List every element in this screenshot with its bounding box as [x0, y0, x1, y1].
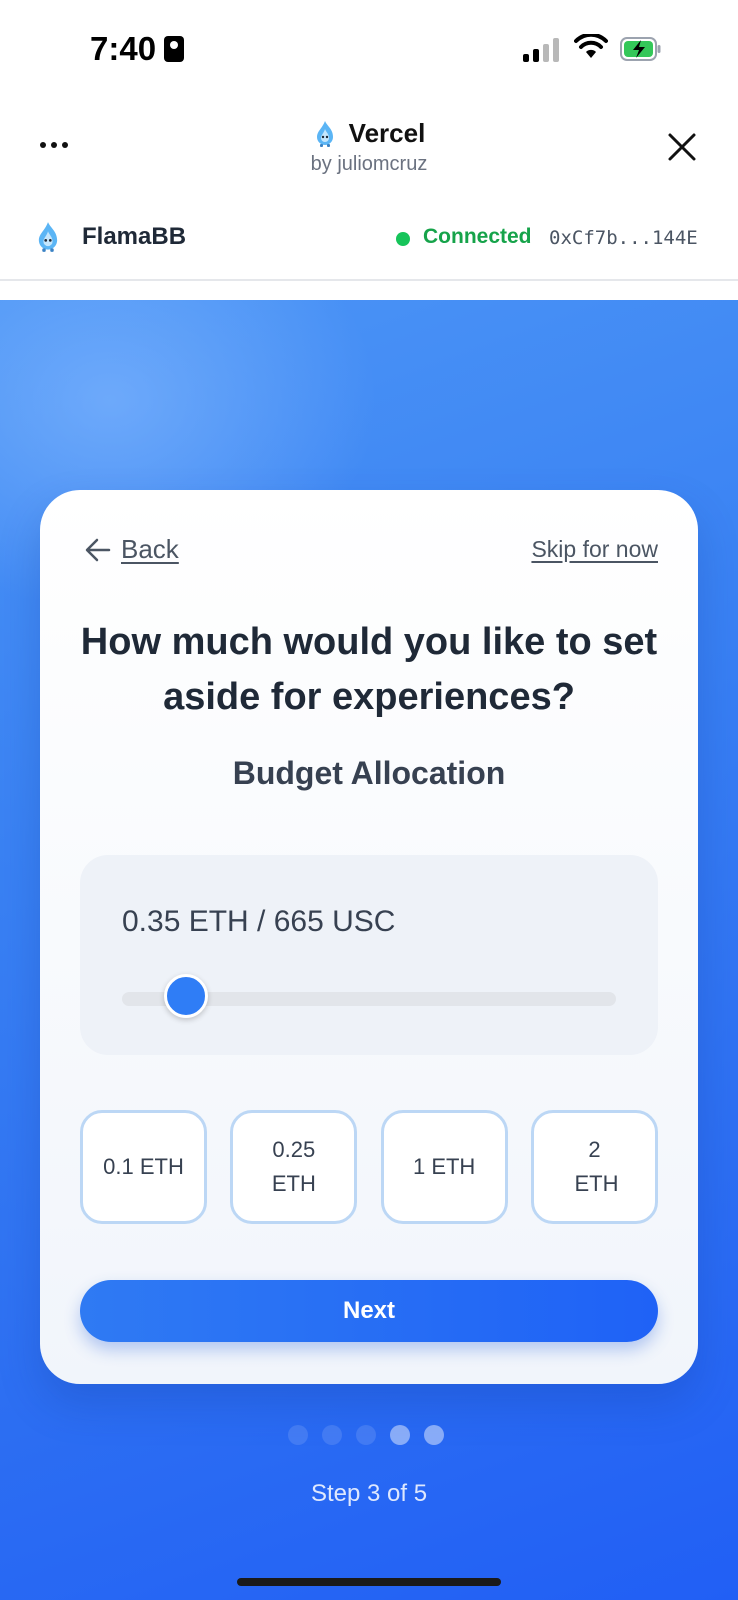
connection-status: Connected [423, 225, 532, 248]
account-name: FlamaBB [82, 223, 187, 250]
arrow-left-icon [85, 538, 111, 561]
preset-label: 2 ETH [574, 1137, 619, 1196]
budget-slider-panel: 0.35 ETH / 665 USC [80, 855, 658, 1055]
step-dot-4 [390, 1425, 410, 1445]
close-icon[interactable] [665, 130, 699, 164]
account-bar: FlamaBB Connected 0xCf7b...144E [0, 205, 738, 281]
step-dot-3 [356, 1425, 376, 1445]
step-dot-1 [288, 1425, 308, 1445]
time-text: 7:40 [90, 30, 157, 67]
status-bar: 7:40 [0, 0, 738, 100]
step-text: Step 3 of 5 [310, 1480, 428, 1507]
budget-allocation-label: Budget Allocation [232, 755, 506, 791]
app-subtitle: by juliomcruz [310, 153, 428, 175]
back-label: Back [121, 534, 179, 564]
flame-mascot-icon [316, 120, 333, 147]
connected-status-dot-icon [396, 232, 410, 246]
header-title-block: Vercel by juliomcruz [0, 118, 738, 176]
preset-label: 0.25 ETH [271, 1137, 316, 1196]
battery-charging-icon [620, 37, 661, 61]
preset-label: 0.1 ETH [103, 1154, 184, 1179]
home-indicator[interactable] [237, 1578, 501, 1586]
budget-slider-thumb[interactable] [164, 974, 209, 1018]
next-button[interactable]: Next [80, 1280, 658, 1342]
onboarding-card: Back Skip for now How much would you lik… [40, 490, 698, 1384]
step-dot-5 [424, 1425, 444, 1445]
amount-display: 0.35 ETH / 665 USC [122, 905, 396, 938]
skip-for-now-link[interactable]: Skip for now [531, 536, 658, 563]
preset-button-0-25-eth[interactable]: 0.25 ETH [230, 1110, 358, 1224]
question-heading: How much would you like to set aside for… [80, 621, 658, 718]
step-indicator [288, 1425, 444, 1445]
cellular-signal-icon [523, 38, 559, 62]
preset-button-1-eth[interactable]: 1 ETH [380, 1110, 508, 1224]
wifi-icon [574, 34, 608, 58]
back-button[interactable]: Back [85, 534, 179, 565]
app-title: Vercel [348, 118, 426, 148]
status-time: 7:40 [90, 30, 185, 68]
app-header: Vercel by juliomcruz [0, 100, 738, 200]
preset-button-0-1-eth[interactable]: 0.1 ETH [80, 1110, 207, 1224]
step-dot-2 [322, 1425, 342, 1445]
account-avatar-icon [38, 222, 58, 252]
preset-amounts: 0.1 ETH 0.25 ETH 1 ETH 2 ETH [80, 1110, 658, 1224]
wallet-address[interactable]: 0xCf7b...144E [549, 227, 698, 249]
preset-button-2-eth[interactable]: 2 ETH [530, 1110, 658, 1224]
preset-label: 1 ETH [412, 1154, 476, 1179]
contact-badge-icon [164, 36, 185, 62]
